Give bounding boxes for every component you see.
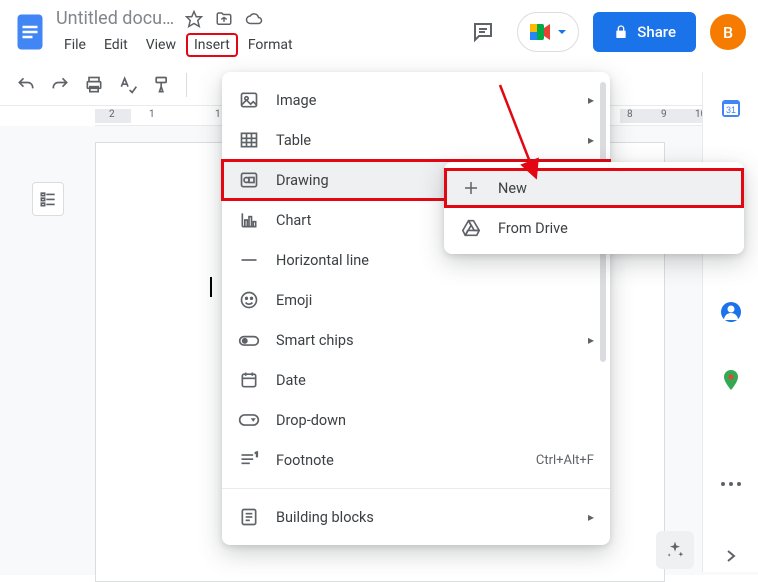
- redo-button[interactable]: [46, 71, 74, 99]
- menu-label: Footnote: [276, 452, 334, 469]
- undo-button[interactable]: [12, 71, 40, 99]
- side-panel: 31: [702, 72, 758, 572]
- menu-label: New: [498, 180, 527, 197]
- menu-file[interactable]: File: [56, 33, 94, 57]
- menu-format[interactable]: Format: [240, 33, 301, 57]
- menu-edit[interactable]: Edit: [96, 33, 136, 57]
- menu-label: Drop-down: [276, 412, 346, 429]
- more-addons-icon[interactable]: [718, 480, 744, 488]
- drawing-submenu: New From Drive: [444, 162, 744, 254]
- submenu-arrow-icon: ▸: [588, 93, 594, 107]
- comment-history-icon[interactable]: [463, 12, 503, 52]
- star-icon[interactable]: [184, 9, 204, 29]
- insert-building-blocks-item[interactable]: Building blocks ▸: [222, 497, 610, 537]
- menu-shortcut: Ctrl+Alt+F: [536, 453, 594, 468]
- submenu-arrow-icon: ▸: [588, 510, 594, 524]
- svg-text:31: 31: [725, 105, 735, 115]
- insert-footnote-item[interactable]: 1 Footnote Ctrl+Alt+F: [222, 440, 610, 480]
- menu-label: From Drive: [498, 220, 568, 237]
- lock-icon: [613, 24, 629, 40]
- account-avatar[interactable]: B: [710, 14, 746, 50]
- spellcheck-button[interactable]: [114, 71, 142, 99]
- caret-down-icon: [556, 26, 568, 38]
- print-button[interactable]: [80, 71, 108, 99]
- insert-menu-dropdown: Image ▸ Table ▸ Drawing ▸ Chart ▸ Horizo…: [222, 72, 610, 545]
- submenu-arrow-icon: ▸: [588, 333, 594, 347]
- document-title[interactable]: Untitled docu…: [56, 8, 174, 29]
- insert-dropdown-item[interactable]: Drop-down: [222, 400, 610, 440]
- toolbar-separator: [186, 73, 187, 97]
- menu-label: Image: [276, 92, 316, 109]
- image-icon: [238, 89, 260, 111]
- date-icon: [238, 369, 260, 391]
- calendar-addon-icon[interactable]: 31: [718, 96, 744, 120]
- cloud-status-icon[interactable]: [244, 9, 264, 29]
- menu-label: Date: [276, 372, 306, 389]
- share-label: Share: [637, 23, 676, 41]
- insert-emoji-item[interactable]: Emoji: [222, 280, 610, 320]
- menu-label: Table: [276, 132, 311, 149]
- menu-label: Chart: [276, 212, 311, 229]
- svg-text:1: 1: [255, 451, 259, 459]
- menu-label: Drawing: [276, 172, 329, 189]
- insert-image-item[interactable]: Image ▸: [222, 80, 610, 120]
- drive-icon: [460, 217, 482, 239]
- menu-view[interactable]: View: [138, 33, 184, 57]
- plus-icon: [460, 177, 482, 199]
- explore-sparkle-button[interactable]: [656, 531, 694, 569]
- menu-label: Emoji: [276, 292, 312, 309]
- docs-logo[interactable]: [12, 8, 48, 56]
- drawing-new-item[interactable]: New: [444, 168, 744, 208]
- insert-table-item[interactable]: Table ▸: [222, 120, 610, 160]
- meet-button[interactable]: [517, 12, 579, 52]
- move-folder-icon[interactable]: [214, 9, 234, 29]
- paint-format-button[interactable]: [148, 71, 176, 99]
- share-button[interactable]: Share: [593, 12, 696, 52]
- menu-insert[interactable]: Insert: [186, 33, 238, 57]
- hide-panel-chevron-icon[interactable]: [718, 548, 744, 564]
- menu-label: Building blocks: [276, 509, 374, 526]
- maps-addon-icon[interactable]: [718, 368, 744, 392]
- horizontal-line-icon: [238, 249, 260, 271]
- avatar-letter: B: [723, 23, 733, 42]
- submenu-arrow-icon: ▸: [588, 133, 594, 147]
- smart-chips-icon: [238, 329, 260, 351]
- drawing-from-drive-item[interactable]: From Drive: [444, 208, 744, 248]
- contacts-addon-icon[interactable]: [718, 300, 744, 324]
- footnote-icon: 1: [238, 449, 260, 471]
- building-blocks-icon: [238, 506, 260, 528]
- ruler-tick: 9: [661, 109, 667, 120]
- menu-bar: File Edit View Insert Format: [56, 33, 301, 57]
- dropdown-icon: [238, 409, 260, 431]
- meet-icon: [528, 22, 552, 42]
- table-icon: [238, 129, 260, 151]
- ruler-tick: 2: [109, 109, 115, 120]
- show-outline-button[interactable]: [32, 182, 64, 216]
- menu-label: Smart chips: [276, 332, 354, 349]
- emoji-icon: [238, 289, 260, 311]
- ruler-tick: 8: [627, 109, 633, 120]
- text-cursor: [210, 277, 212, 297]
- ruler-tick: 1: [149, 109, 155, 120]
- menu-divider: [222, 488, 610, 489]
- chart-icon: [238, 209, 260, 231]
- insert-date-item[interactable]: Date: [222, 360, 610, 400]
- drawing-icon: [238, 169, 260, 191]
- menu-label: Horizontal line: [276, 252, 369, 269]
- insert-smart-chips-item[interactable]: Smart chips ▸: [222, 320, 610, 360]
- ruler-tick: 1: [215, 109, 221, 120]
